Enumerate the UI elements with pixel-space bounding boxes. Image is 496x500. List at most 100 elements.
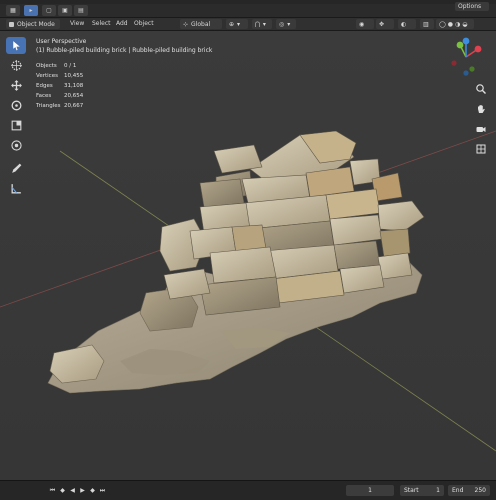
proportional-edit-toggle[interactable]: ◎ ▾ [276,19,296,29]
rotate-icon [11,100,21,111]
menu-add[interactable]: Add [116,20,128,27]
brick [333,240,381,270]
stat-label: Vertices [36,73,58,79]
menu-object[interactable]: Object [134,20,154,27]
menu-view[interactable]: View [70,20,84,27]
visibility-dropdown[interactable]: ◉ [356,19,374,29]
rendered-shading-icon[interactable]: ◒ [462,21,467,28]
measure-tool[interactable] [6,180,26,197]
move-tool[interactable] [6,77,26,94]
scale-tool[interactable] [6,117,26,134]
cursor-icon [10,60,22,71]
end-label: End [452,487,464,494]
start-label: Start [404,487,419,494]
cursor-tool[interactable] [6,57,26,74]
play-reverse-icon: ◀ [70,487,75,494]
zoom-button[interactable] [473,81,489,97]
brick [377,252,413,280]
editor-type-button[interactable]: ▦ [6,5,20,16]
square-plus-icon: ▣ [62,7,68,14]
gizmo-neg-x-handle[interactable] [451,60,457,66]
gizmo-z-handle[interactable] [462,37,470,45]
jump-end-button[interactable]: ⏭ [98,486,107,495]
overlays-toggle[interactable]: ◐ [398,19,416,29]
select-mode-button[interactable]: ▸ [24,5,38,16]
ortho-toggle-button[interactable] [473,141,489,157]
gizmo-x-handle[interactable] [474,45,482,53]
start-frame-field[interactable]: Start 1 [400,485,444,496]
magnet-icon: ⋂ [255,20,260,28]
annotate-tool[interactable] [6,160,26,177]
magnifier-icon [476,84,486,94]
solid-shading-icon[interactable]: ● [448,21,453,28]
current-frame-field[interactable]: 1 [346,485,394,496]
prev-keyframe-button[interactable]: ◆ [58,486,67,495]
gizmo-y-handle[interactable] [456,41,464,49]
stat-row: Edges 31,108 [36,81,83,91]
stat-label: Triangles [36,103,61,109]
transform-icon [10,140,22,151]
cursor-arrow-icon: ▸ [29,7,33,14]
next-keyframe-button[interactable]: ◆ [88,486,97,495]
mode-subtract-button[interactable]: ▤ [74,5,88,16]
next-keyframe-icon: ◆ [90,487,95,494]
gizmo-neg-y-handle[interactable] [469,66,475,72]
select-box-tool[interactable] [6,37,26,54]
mode-label: Object Mode [17,20,55,28]
play-button[interactable]: ▶ [78,486,87,495]
left-toolbar [6,37,26,200]
end-frame-field[interactable]: End 250 [448,485,490,496]
start-value: 1 [436,487,440,494]
pivot-dropdown[interactable]: ⊕ ▾ [226,19,248,29]
stat-row: Triangles 20,667 [36,101,83,111]
stat-row: Faces 20,654 [36,91,83,101]
transform-tool[interactable] [6,137,26,154]
square-icon: ▢ [46,7,52,14]
viewport-info: User Perspective (1) Rubble-piled buildi… [36,37,212,55]
menu-select[interactable]: Select [92,20,111,27]
stat-label: Objects [36,63,57,69]
prev-keyframe-icon: ◆ [60,487,65,494]
viewport-header: Object Mode View Select Add Object ⊹ Glo… [0,2,496,31]
xray-toggle[interactable]: ▥ [420,19,434,29]
xray-icon: ▥ [423,20,429,28]
gizmo-toggle[interactable]: ✥ [376,19,394,29]
object-mode-icon [9,21,14,27]
orientation-icon: ⊹ [183,20,189,28]
mode-extend-button[interactable]: ▣ [58,5,72,16]
hand-icon [478,105,485,113]
play-icon: ▶ [80,487,85,494]
current-frame-value: 1 [368,487,372,494]
viewport-nav-buttons [473,81,489,161]
shading-buttons[interactable]: ◯ ● ◑ ◒ [436,19,474,29]
rotate-tool[interactable] [6,97,26,114]
snap-toggle[interactable]: ⋂ ▾ [252,19,272,29]
stat-row: Vertices 10,455 [36,71,83,81]
wireframe-shading-icon[interactable]: ◯ [439,21,446,28]
mode-dropdown[interactable]: Object Mode [6,19,60,29]
stat-value: 31,108 [64,83,84,89]
stat-value: 20,654 [64,93,84,99]
play-reverse-button[interactable]: ◀ [68,486,77,495]
pivot-icon: ⊕ [229,20,235,28]
navigation-gizmo[interactable] [444,35,488,79]
jump-start-button[interactable]: ⏮ [48,486,57,495]
object-path: (1) Rubble-piled building brick | Rubble… [36,47,213,54]
orientation-dropdown[interactable]: ⊹ Global [180,19,222,29]
scene-statistics: Objects 0 / 1 Vertices 10,455 Edges 31,108 … [36,61,83,111]
material-shading-icon[interactable]: ◑ [455,21,460,28]
brick [379,228,411,258]
options-button[interactable]: Options [455,2,489,11]
gizmo-icon: ✥ [379,20,385,28]
pan-button[interactable] [473,101,489,117]
mode-set-button[interactable]: ▢ [42,5,56,16]
3d-viewport[interactable]: User Perspective (1) Rubble-piled buildi… [0,31,496,480]
chevron-down-icon: ▾ [237,20,241,28]
view-name: User Perspective [36,38,87,45]
gizmo-neg-z-handle[interactable] [463,70,469,76]
camera-view-button[interactable] [473,121,489,137]
proportional-icon: ◎ [279,20,285,28]
overlays-icon: ◐ [401,20,407,28]
tool-settings-bar: ▦ ▸ ▢ ▣ ▤ [0,4,496,18]
end-value: 250 [474,487,486,494]
